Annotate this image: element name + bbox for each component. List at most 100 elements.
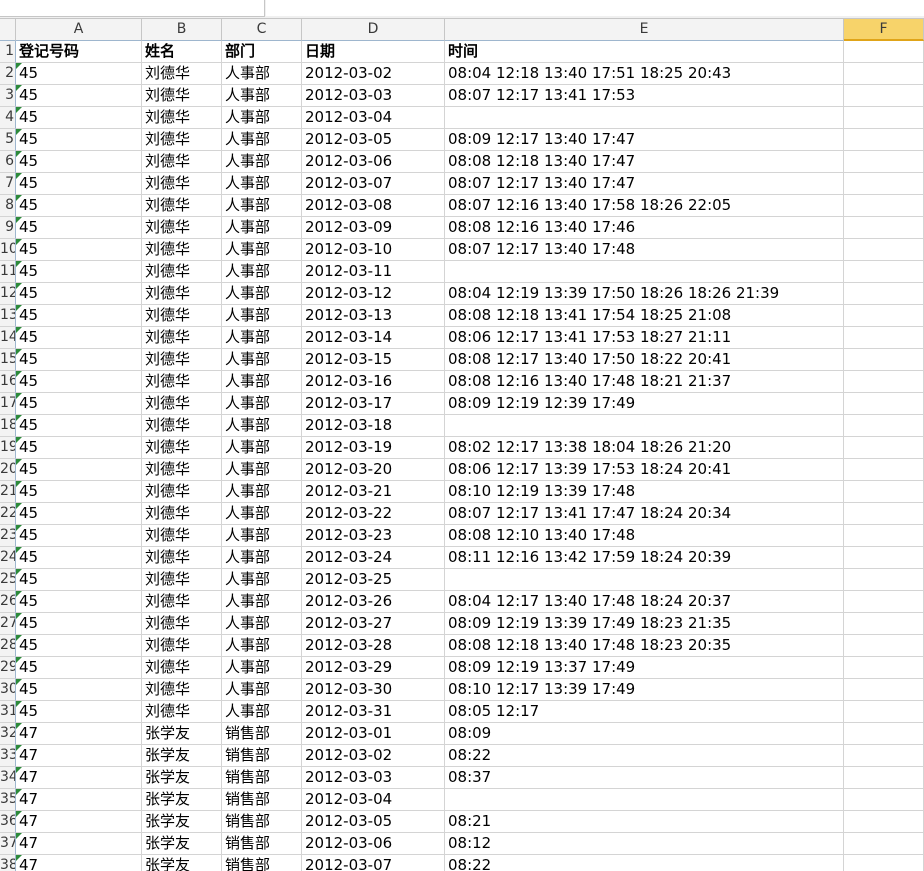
row-header[interactable]: 24 [0,547,16,569]
cell-time[interactable]: 08:10 12:19 13:39 17:48 [445,481,844,503]
cell-f[interactable] [844,525,924,547]
cell-date[interactable]: 2012-03-25 [302,569,445,591]
cell-date[interactable]: 2012-03-05 [302,129,445,151]
cell-time[interactable]: 08:08 12:10 13:40 17:48 [445,525,844,547]
row-header[interactable]: 38 [0,855,16,871]
cell-id[interactable]: 45 [16,151,142,173]
cell-id[interactable]: 47 [16,833,142,855]
header-cell-name[interactable]: 姓名 [142,41,222,63]
cell-f[interactable] [844,811,924,833]
row-header[interactable]: 13 [0,305,16,327]
row-header[interactable]: 30 [0,679,16,701]
cell-time[interactable]: 08:08 12:18 13:40 17:48 18:23 20:35 [445,635,844,657]
cell-name[interactable]: 刘德华 [142,525,222,547]
cell-dept[interactable]: 人事部 [222,481,302,503]
cell-dept[interactable]: 人事部 [222,525,302,547]
cell-id[interactable]: 45 [16,393,142,415]
cell-f[interactable] [844,151,924,173]
cell-f[interactable] [844,789,924,811]
cell-f[interactable] [844,679,924,701]
cell-date[interactable]: 2012-03-05 [302,811,445,833]
cell-date[interactable]: 2012-03-09 [302,217,445,239]
cell-name[interactable]: 刘德华 [142,129,222,151]
cell-f[interactable] [844,503,924,525]
cell-time[interactable]: 08:12 [445,833,844,855]
cell-time[interactable]: 08:05 12:17 [445,701,844,723]
cell-f[interactable] [844,569,924,591]
cell-dept[interactable]: 人事部 [222,547,302,569]
column-header-e[interactable]: E [445,19,844,41]
cell-id[interactable]: 45 [16,107,142,129]
cell-name[interactable]: 刘德华 [142,151,222,173]
cell-dept[interactable]: 人事部 [222,591,302,613]
cell-time[interactable]: 08:08 12:17 13:40 17:50 18:22 20:41 [445,349,844,371]
column-header-c[interactable]: C [222,19,302,41]
cell-id[interactable]: 45 [16,63,142,85]
cell-date[interactable]: 2012-03-22 [302,503,445,525]
cell-name[interactable]: 刘德华 [142,371,222,393]
cell-f[interactable] [844,613,924,635]
cell-time[interactable]: 08:08 12:18 13:41 17:54 18:25 21:08 [445,305,844,327]
cell-date[interactable]: 2012-03-26 [302,591,445,613]
cell-dept[interactable]: 人事部 [222,195,302,217]
cell-name[interactable]: 张学友 [142,833,222,855]
cell-time[interactable]: 08:09 12:19 12:39 17:49 [445,393,844,415]
cell-name[interactable]: 张学友 [142,723,222,745]
header-cell-time[interactable]: 时间 [445,41,844,63]
cell-dept[interactable]: 销售部 [222,811,302,833]
cell-date[interactable]: 2012-03-02 [302,745,445,767]
cell-date[interactable]: 2012-03-18 [302,415,445,437]
cell-f[interactable] [844,415,924,437]
cell-time[interactable]: 08:04 12:17 13:40 17:48 18:24 20:37 [445,591,844,613]
cell-dept[interactable]: 人事部 [222,657,302,679]
cell-id[interactable]: 45 [16,503,142,525]
cell-date[interactable]: 2012-03-20 [302,459,445,481]
cell-id[interactable]: 45 [16,195,142,217]
cell-time[interactable]: 08:09 [445,723,844,745]
cell-id[interactable]: 45 [16,591,142,613]
cell-id[interactable]: 47 [16,745,142,767]
cell-id[interactable]: 45 [16,349,142,371]
cell-f[interactable] [844,283,924,305]
cell-name[interactable]: 刘德华 [142,217,222,239]
cell-name[interactable]: 刘德华 [142,591,222,613]
cell-dept[interactable]: 销售部 [222,789,302,811]
cell-date[interactable]: 2012-03-21 [302,481,445,503]
column-header-d[interactable]: D [302,19,445,41]
cell-dept[interactable]: 人事部 [222,305,302,327]
cell-date[interactable]: 2012-03-04 [302,107,445,129]
cell-f[interactable] [844,481,924,503]
cell-name[interactable]: 刘德华 [142,701,222,723]
cell-time[interactable]: 08:08 12:18 13:40 17:47 [445,151,844,173]
cell-dept[interactable]: 销售部 [222,723,302,745]
row-header[interactable]: 36 [0,811,16,833]
cell-date[interactable]: 2012-03-14 [302,327,445,349]
cell-time[interactable]: 08:09 12:17 13:40 17:47 [445,129,844,151]
cell-time[interactable]: 08:21 [445,811,844,833]
row-header[interactable]: 31 [0,701,16,723]
cell-date[interactable]: 2012-03-07 [302,855,445,871]
cell-name[interactable]: 刘德华 [142,415,222,437]
cell-name[interactable]: 刘德华 [142,349,222,371]
cell-name[interactable]: 刘德华 [142,173,222,195]
cell-time[interactable] [445,107,844,129]
cell-dept[interactable]: 人事部 [222,327,302,349]
column-header-b[interactable]: B [142,19,222,41]
row-header[interactable]: 9 [0,217,16,239]
cell-date[interactable]: 2012-03-03 [302,85,445,107]
cell-date[interactable]: 2012-03-03 [302,767,445,789]
cell-dept[interactable]: 人事部 [222,701,302,723]
cell-id[interactable]: 45 [16,481,142,503]
row-header[interactable]: 20 [0,459,16,481]
cell-name[interactable]: 刘德华 [142,547,222,569]
cell-time[interactable] [445,415,844,437]
row-header[interactable]: 17 [0,393,16,415]
cell-name[interactable]: 张学友 [142,811,222,833]
select-all-corner[interactable] [0,19,16,41]
row-header[interactable]: 12 [0,283,16,305]
cell-date[interactable]: 2012-03-19 [302,437,445,459]
cell-date[interactable]: 2012-03-30 [302,679,445,701]
cell-f[interactable] [844,591,924,613]
cell-dept[interactable]: 人事部 [222,151,302,173]
cell-name[interactable]: 张学友 [142,745,222,767]
